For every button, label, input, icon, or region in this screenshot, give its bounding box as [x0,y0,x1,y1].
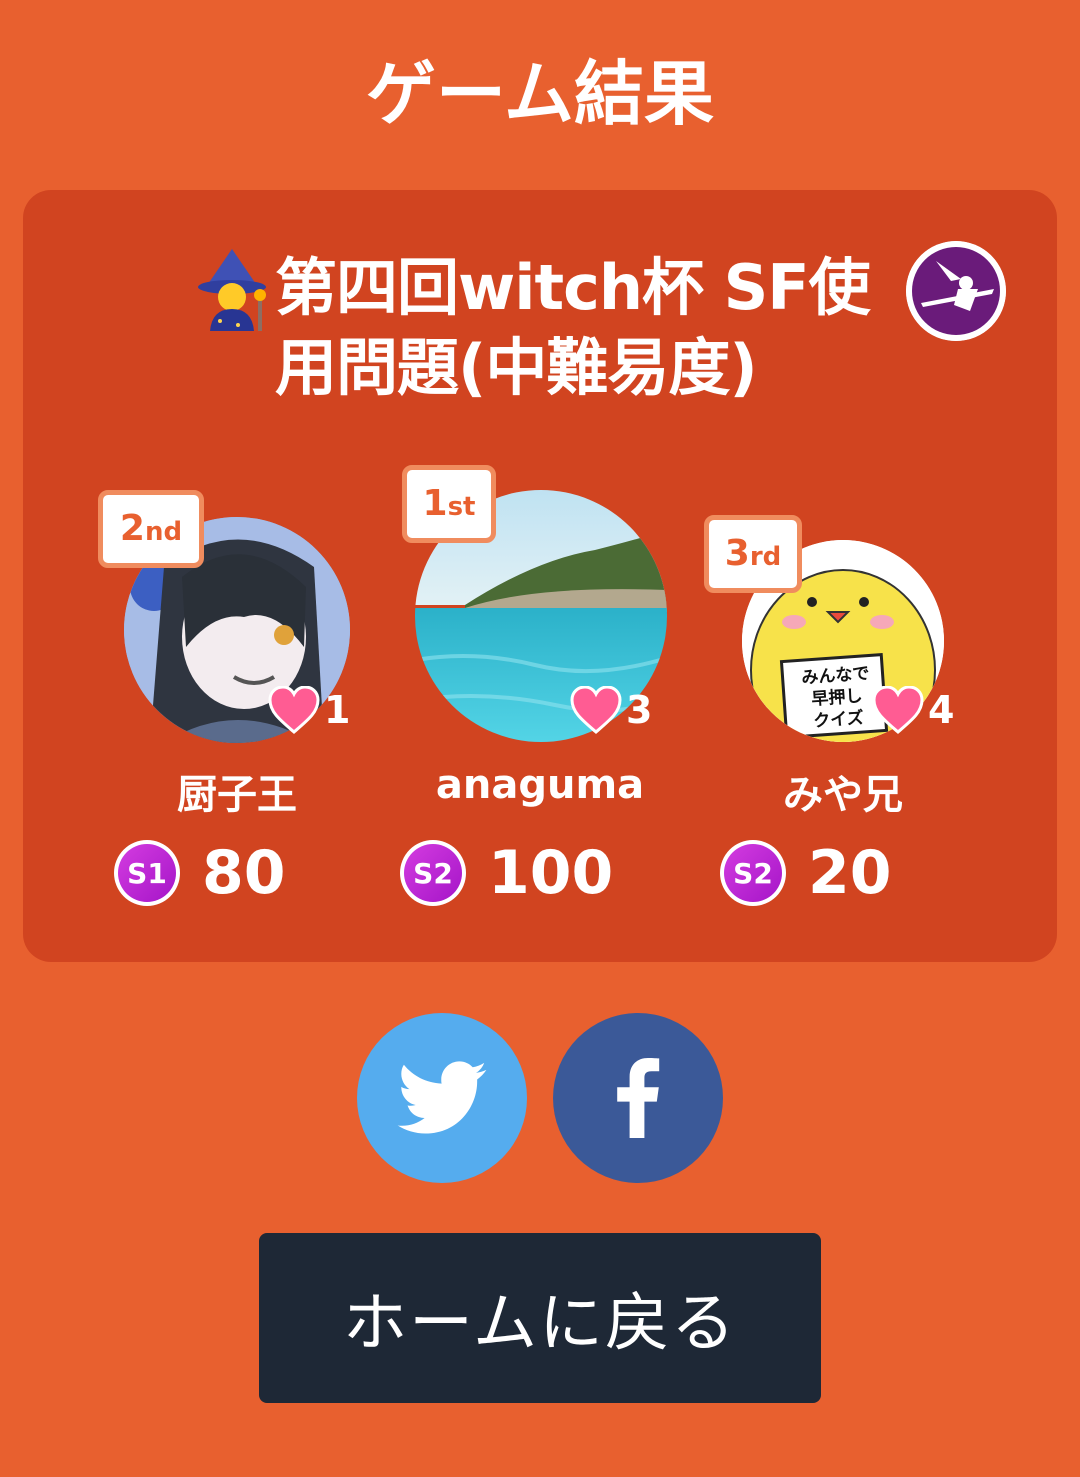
like-count-3rd[interactable]: 4 [872,686,954,734]
quiz-title: 第四回witch杯 SF使用問題(中難易度) [275,251,871,404]
twitter-share-button[interactable] [357,1013,527,1183]
avatar-sign-text: みんなで 早押し クイズ [800,663,871,732]
score-value: 80 [202,838,286,908]
like-count-1st[interactable]: 3 [570,686,652,734]
rank-badge-3rd: 3rd [704,515,802,593]
score-3rd: S2 20 [720,838,892,908]
rank-badge-1st: 1st [402,465,496,543]
heart-icon [872,686,924,734]
heart-icon [268,686,320,734]
twitter-icon [397,1061,487,1134]
player-name-2nd: 厨子王 [177,772,297,818]
witch-silhouette-icon [906,241,1006,341]
rank-class-icon: S2 [720,840,786,906]
rank-badge-2nd: 2nd [98,490,204,568]
game-result-page: ゲーム結果 第四回witch杯 SF使用問題(中難易度) 2nd 1 厨子王 S… [0,0,1080,1477]
like-count-2nd[interactable]: 1 [268,686,350,734]
witch-emoji-icon [198,249,266,331]
player-name-3rd: みや兄 [783,772,903,818]
facebook-share-button[interactable] [553,1013,723,1183]
rank-class-icon: S1 [114,840,180,906]
player-name-1st: anaguma [435,762,645,808]
quiz-owner-avatar[interactable] [906,241,1006,341]
page-title: ゲーム結果 [366,53,714,135]
score-value: 20 [808,838,892,908]
heart-icon [570,686,622,734]
score-value: 100 [488,838,614,908]
home-button[interactable]: ホームに戻る [259,1233,821,1403]
facebook-icon [617,1058,660,1138]
score-2nd: S1 80 [114,838,286,908]
rank-class-icon: S2 [400,840,466,906]
score-1st: S2 100 [400,838,613,908]
